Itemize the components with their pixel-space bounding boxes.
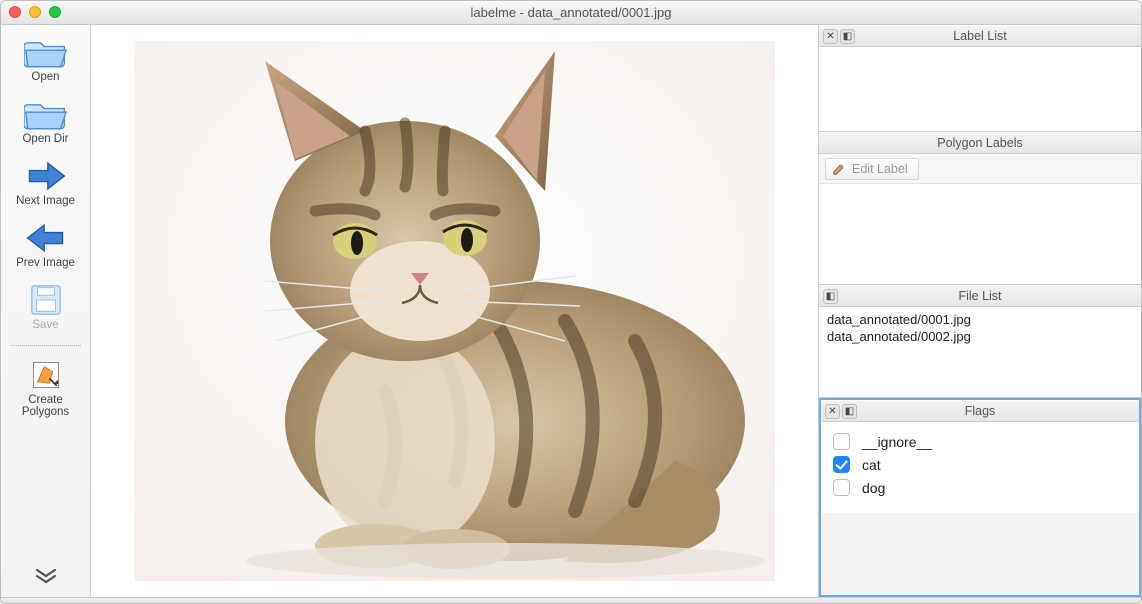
flag-label: dog bbox=[862, 480, 885, 496]
prev-image-label: Prev Image bbox=[16, 257, 75, 269]
flag-label: __ignore__ bbox=[862, 434, 932, 450]
open-label: Open bbox=[31, 71, 59, 83]
panel-undock-icon[interactable]: ◧ bbox=[840, 29, 855, 44]
pencil-icon bbox=[832, 162, 846, 176]
folder-open-icon bbox=[24, 35, 68, 69]
polygon-labels-panel: Polygon Labels Edit Label bbox=[819, 132, 1141, 285]
create-polygons-label: Create Polygons bbox=[22, 394, 69, 418]
file-list-item[interactable]: data_annotated/0001.jpg bbox=[827, 311, 1133, 328]
flag-row-ignore[interactable]: __ignore__ bbox=[833, 430, 1127, 453]
toolbar-separator bbox=[11, 345, 81, 346]
checkbox[interactable] bbox=[833, 456, 850, 473]
toolbar-overflow-button[interactable] bbox=[35, 568, 57, 587]
arrow-right-icon bbox=[24, 159, 68, 193]
next-image-button[interactable]: Next Image bbox=[6, 155, 86, 213]
save-button[interactable]: Save bbox=[6, 279, 86, 337]
polygon-tool-icon bbox=[24, 358, 68, 392]
flags-body: __ignore__ cat dog bbox=[821, 422, 1139, 513]
open-dir-button[interactable]: Open Dir bbox=[6, 93, 86, 151]
open-button[interactable]: Open bbox=[6, 31, 86, 89]
panel-undock-icon[interactable]: ◧ bbox=[823, 289, 838, 304]
open-dir-label: Open Dir bbox=[22, 133, 68, 145]
edit-label-text: Edit Label bbox=[852, 162, 908, 176]
left-toolbar: Open Open Dir Next Image Prev Image bbox=[1, 25, 91, 597]
window-controls bbox=[9, 6, 61, 18]
flag-label: cat bbox=[862, 457, 881, 473]
loaded-image bbox=[135, 41, 775, 581]
label-list-panel: ✕ ◧ Label List bbox=[819, 25, 1141, 132]
folder-icon bbox=[24, 97, 68, 131]
floppy-disk-icon bbox=[24, 283, 68, 317]
flags-title: Flags bbox=[821, 404, 1139, 418]
app-window: labelme - data_annotated/0001.jpg Open O… bbox=[0, 0, 1142, 604]
edit-label-button[interactable]: Edit Label bbox=[825, 158, 919, 180]
checkbox[interactable] bbox=[833, 433, 850, 450]
window-title: labelme - data_annotated/0001.jpg bbox=[1, 5, 1141, 20]
flag-row-cat[interactable]: cat bbox=[833, 453, 1127, 476]
flags-panel: ✕ ◧ Flags __ignore__ cat bbox=[819, 398, 1141, 597]
label-list-title: Label List bbox=[819, 29, 1141, 43]
zoom-icon[interactable] bbox=[49, 6, 61, 18]
checkbox[interactable] bbox=[833, 479, 850, 496]
panel-close-icon[interactable]: ✕ bbox=[825, 404, 840, 419]
create-polygons-button[interactable]: Create Polygons bbox=[6, 354, 86, 424]
file-list-title: File List bbox=[819, 289, 1141, 303]
file-list-item[interactable]: data_annotated/0002.jpg bbox=[827, 328, 1133, 345]
prev-image-button[interactable]: Prev Image bbox=[6, 217, 86, 275]
panel-close-icon[interactable]: ✕ bbox=[823, 29, 838, 44]
file-list-body[interactable]: data_annotated/0001.jpg data_annotated/0… bbox=[819, 307, 1141, 397]
status-bar bbox=[1, 597, 1141, 603]
next-image-label: Next Image bbox=[16, 195, 75, 207]
save-label: Save bbox=[32, 319, 58, 331]
polygon-labels-body[interactable] bbox=[819, 184, 1141, 284]
polygon-labels-title: Polygon Labels bbox=[819, 136, 1141, 150]
arrow-left-icon bbox=[24, 221, 68, 255]
canvas-area[interactable] bbox=[91, 25, 818, 597]
flag-row-dog[interactable]: dog bbox=[833, 476, 1127, 499]
label-list-body[interactable] bbox=[819, 47, 1141, 131]
file-list-panel: ◧ File List data_annotated/0001.jpg data… bbox=[819, 285, 1141, 398]
close-icon[interactable] bbox=[9, 6, 21, 18]
panel-undock-icon[interactable]: ◧ bbox=[842, 404, 857, 419]
titlebar: labelme - data_annotated/0001.jpg bbox=[1, 1, 1141, 25]
minimize-icon[interactable] bbox=[29, 6, 41, 18]
side-panel: ✕ ◧ Label List Polygon Labels Edi bbox=[818, 25, 1141, 597]
